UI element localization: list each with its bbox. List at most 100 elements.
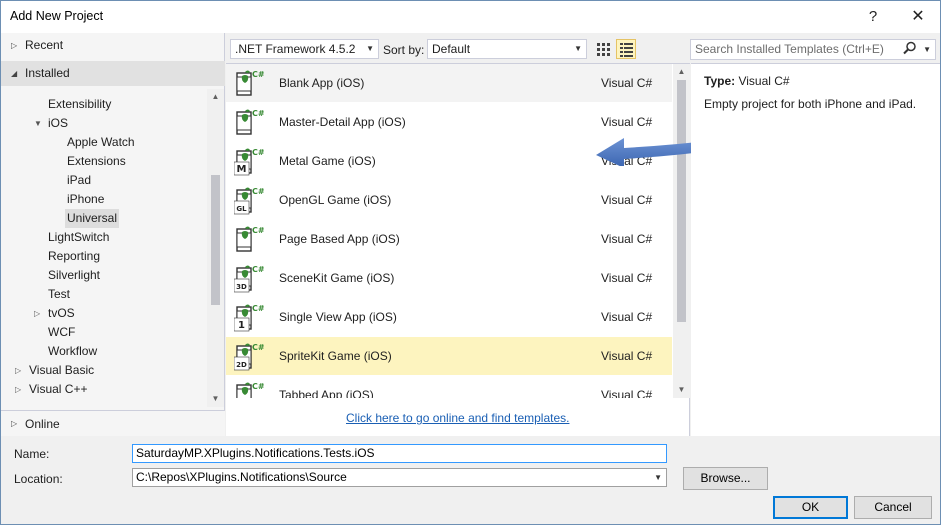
template-row[interactable]: C# 1 Single View App (iOS) Visual C# <box>226 298 672 336</box>
svg-text:2D: 2D <box>236 361 247 369</box>
online-section[interactable]: ▷ Online <box>1 410 225 436</box>
scroll-down-icon[interactable]: ▼ <box>207 391 224 407</box>
template-name: Page Based App (iOS) <box>279 232 400 246</box>
expand-arrow-icon[interactable]: ▷ <box>11 33 17 58</box>
project-name-value: SaturdayMP.XPlugins.Notifications.Tests.… <box>136 446 375 460</box>
collapse-arrow-icon[interactable]: ▼ <box>34 114 42 133</box>
framework-value: .NET Framework 4.5.2 <box>235 42 356 56</box>
tree-item[interactable]: iPad <box>67 171 91 190</box>
expand-arrow-icon[interactable]: ▷ <box>15 380 21 399</box>
chevron-down-icon[interactable]: ▼ <box>654 469 662 486</box>
scroll-up-icon[interactable]: ▲ <box>207 89 224 105</box>
template-name: Blank App (iOS) <box>279 76 365 90</box>
tree-item[interactable]: ▼ iOS <box>34 114 68 133</box>
tree-item[interactable]: Universal <box>65 209 120 228</box>
template-row[interactable]: C# Blank App (iOS) Visual C# <box>226 64 672 102</box>
expand-arrow-icon[interactable]: ▷ <box>15 361 21 380</box>
svg-text:C#: C# <box>252 70 264 79</box>
scroll-up-icon[interactable]: ▲ <box>673 64 690 80</box>
svg-text:M: M <box>237 164 247 175</box>
expand-arrow-icon[interactable]: ▷ <box>11 411 17 437</box>
find-templates-online-link[interactable]: Click here to go online and find templat… <box>346 411 569 425</box>
template-row[interactable]: C# Page Based App (iOS) Visual C# <box>226 220 672 258</box>
small-icons-view-button[interactable] <box>593 39 613 59</box>
tree-item[interactable]: Workflow <box>48 342 97 361</box>
add-new-project-dialog: Add New Project ? ✕ ▷ Recent ◢ Installed… <box>0 0 941 525</box>
ok-button[interactable]: OK <box>773 496 848 519</box>
search-templates-input[interactable]: Search Installed Templates (Ctrl+E) ▼ <box>690 39 936 60</box>
tree-scrollbar[interactable]: ▲ ▼ <box>207 89 224 407</box>
tree-item-label: Universal <box>67 211 118 225</box>
svg-text:C#: C# <box>252 187 264 196</box>
scroll-thumb[interactable] <box>677 80 686 322</box>
svg-text:3D: 3D <box>236 283 247 291</box>
svg-text:C#: C# <box>252 382 264 391</box>
sort-dropdown[interactable]: Default ▼ <box>427 39 587 59</box>
expand-arrow-icon[interactable]: ▷ <box>34 304 40 323</box>
template-row[interactable]: C# Tabbed App (iOS) Visual C# <box>226 376 672 398</box>
close-button[interactable]: ✕ <box>898 3 938 31</box>
template-row[interactable]: C# 3D SceneKit Game (iOS) Visual C# <box>226 259 672 297</box>
installed-section[interactable]: ◢ Installed <box>1 61 225 86</box>
ios-template-icon: C# <box>236 382 264 398</box>
tree-item[interactable]: iPhone <box>67 190 104 209</box>
ios-template-icon: C# 1 <box>234 304 264 332</box>
tree-item-label: LightSwitch <box>48 230 110 244</box>
type-label: Type: <box>704 74 736 88</box>
chevron-down-icon[interactable]: ▼ <box>923 40 931 59</box>
ios-template-icon: C# <box>236 70 264 96</box>
template-toolbar: .NET Framework 4.5.2 ▼ Sort by: Default … <box>226 33 941 63</box>
recent-label: Recent <box>25 38 64 52</box>
online-label: Online <box>25 417 60 431</box>
tree-item[interactable]: Extensibility <box>48 95 111 114</box>
installed-label: Installed <box>25 66 70 80</box>
chevron-down-icon: ▼ <box>574 44 582 53</box>
tree-item[interactable]: Apple Watch <box>67 133 135 152</box>
tree-item[interactable]: ▷ tvOS <box>34 304 75 323</box>
template-details-panel: Type: Visual C# Empty project for both i… <box>691 63 940 436</box>
tree-item[interactable]: Extensions <box>67 152 126 171</box>
template-list-panel: C# Blank App (iOS) Visual C# C# Master-De… <box>226 63 718 436</box>
tree-item-label: Silverlight <box>48 268 101 282</box>
title-bar: Add New Project ? ✕ <box>1 1 940 33</box>
tree-item[interactable]: Test <box>48 285 70 304</box>
list-view-button[interactable] <box>616 39 636 59</box>
cancel-button[interactable]: Cancel <box>854 496 932 519</box>
browse-button[interactable]: Browse... <box>683 467 768 490</box>
template-language: Visual C# <box>601 115 653 129</box>
scroll-down-icon[interactable]: ▼ <box>673 382 690 398</box>
scroll-thumb[interactable] <box>211 175 220 305</box>
template-name: Master-Detail App (iOS) <box>279 115 406 129</box>
help-button[interactable]: ? <box>853 3 893 31</box>
template-language: Visual C# <box>601 271 653 285</box>
framework-dropdown[interactable]: .NET Framework 4.5.2 ▼ <box>230 39 379 59</box>
ios-template-icon: C# GL <box>234 187 264 215</box>
recent-section[interactable]: ▷ Recent <box>1 33 225 58</box>
tree-item[interactable]: Reporting <box>48 247 100 266</box>
chevron-down-icon: ▼ <box>366 44 374 53</box>
collapse-arrow-icon[interactable]: ◢ <box>11 61 17 86</box>
tree-item[interactable]: WCF <box>48 323 75 342</box>
location-combobox[interactable]: C:\Repos\XPlugins.Notifications\Source ▼ <box>132 468 667 487</box>
search-icon[interactable] <box>903 41 917 55</box>
tree-item[interactable]: ▷ Visual Basic <box>15 361 94 380</box>
sort-label: Sort by: <box>383 43 425 57</box>
tree-item-label: Extensibility <box>48 97 112 111</box>
type-value: Visual C# <box>738 74 790 88</box>
template-name: Single View App (iOS) <box>279 310 397 324</box>
template-language: Visual C# <box>601 193 653 207</box>
template-language: Visual C# <box>601 310 653 324</box>
svg-text:C#: C# <box>252 226 264 235</box>
tree-item[interactable]: ▷ Visual C++ <box>15 380 87 399</box>
template-scrollbar[interactable]: ▲ ▼ <box>673 64 690 398</box>
template-row[interactable]: C# GL OpenGL Game (iOS) Visual C# <box>226 181 672 219</box>
tree-item[interactable]: Silverlight <box>48 266 100 285</box>
tree-item-label: tvOS <box>48 306 75 320</box>
svg-text:C#: C# <box>252 148 264 157</box>
tree-item[interactable]: LightSwitch <box>48 228 109 247</box>
project-name-input[interactable]: SaturdayMP.XPlugins.Notifications.Tests.… <box>132 444 667 463</box>
template-row[interactable]: C# 2D SpriteKit Game (iOS) Visual C# <box>226 337 672 375</box>
ios-template-icon: C# M <box>234 148 264 176</box>
tree-item-label: Workflow <box>48 344 98 358</box>
grid-icon <box>597 43 610 56</box>
